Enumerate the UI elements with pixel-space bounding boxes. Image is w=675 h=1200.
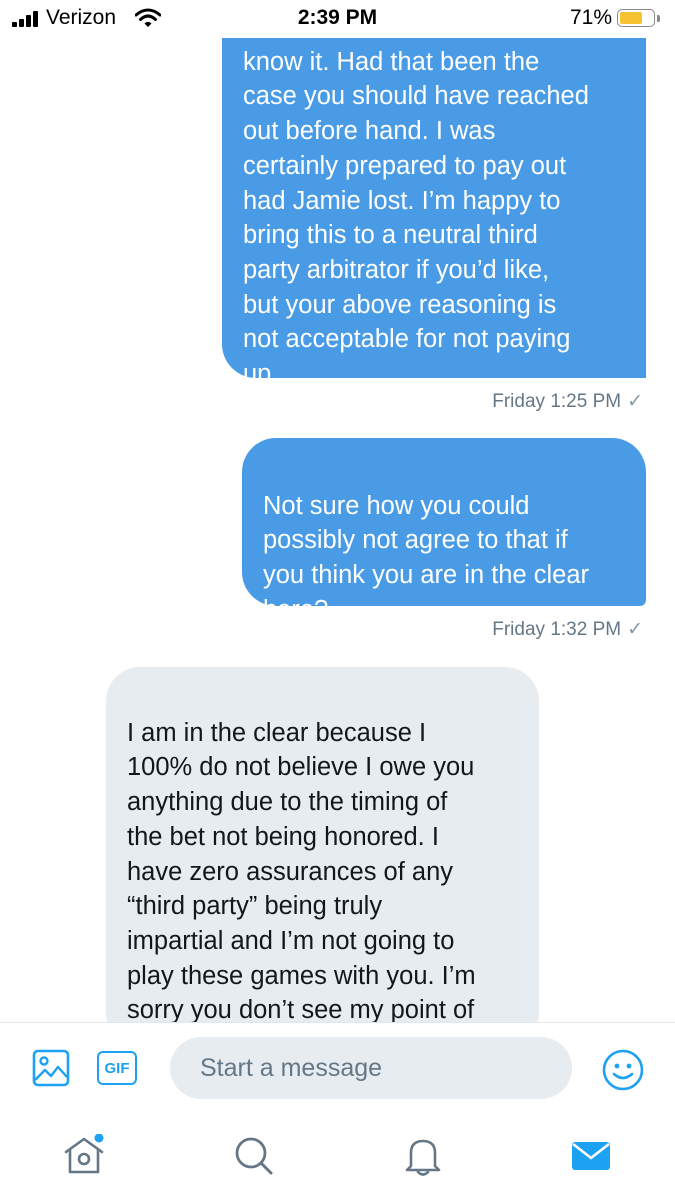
message-bubble-sent[interactable]: Not sure how you could possibly not agre… <box>242 438 646 624</box>
message-timestamp: Friday 1:32 PM ✓ <box>492 618 643 641</box>
status-bar: Verizon 2:39 PM 71% <box>0 0 675 38</box>
gif-icon[interactable]: GIF <box>97 1051 137 1085</box>
timestamp-text: Friday 1:25 PM <box>492 391 622 412</box>
message-text: I am in the clear because I 100% do not … <box>127 718 476 1022</box>
tab-bar <box>0 1114 675 1200</box>
search-icon[interactable] <box>232 1134 276 1178</box>
battery-icon <box>617 9 655 27</box>
message-input-placeholder: Start a message <box>200 1053 383 1082</box>
image-icon[interactable] <box>32 1049 70 1087</box>
battery-tip <box>657 15 660 22</box>
conversation-thread[interactable]: know it. Had that been the case you shou… <box>0 0 675 1022</box>
unread-dot <box>94 1134 104 1143</box>
check-icon: ✓ <box>627 391 643 412</box>
emoji-icon[interactable] <box>602 1049 644 1091</box>
message-text: know it. Had that been the case you shou… <box>243 47 589 389</box>
message-input[interactable]: Start a message <box>170 1037 572 1099</box>
home-icon[interactable] <box>62 1134 106 1178</box>
messages-icon[interactable] <box>569 1134 613 1178</box>
notifications-icon[interactable] <box>401 1134 445 1178</box>
message-bubble-sent[interactable]: know it. Had that been the case you shou… <box>222 0 646 388</box>
message-text: Not sure how you could possibly not agre… <box>263 491 590 624</box>
timestamp-text: Friday 1:32 PM <box>492 619 622 640</box>
message-composer: GIF Start a message <box>0 1022 675 1115</box>
message-bubble-received[interactable]: I am in the clear because I 100% do not … <box>106 667 539 1022</box>
message-timestamp: Friday 1:25 PM ✓ <box>492 390 643 413</box>
check-icon: ✓ <box>627 619 643 640</box>
battery-percent: 71% <box>570 6 613 29</box>
